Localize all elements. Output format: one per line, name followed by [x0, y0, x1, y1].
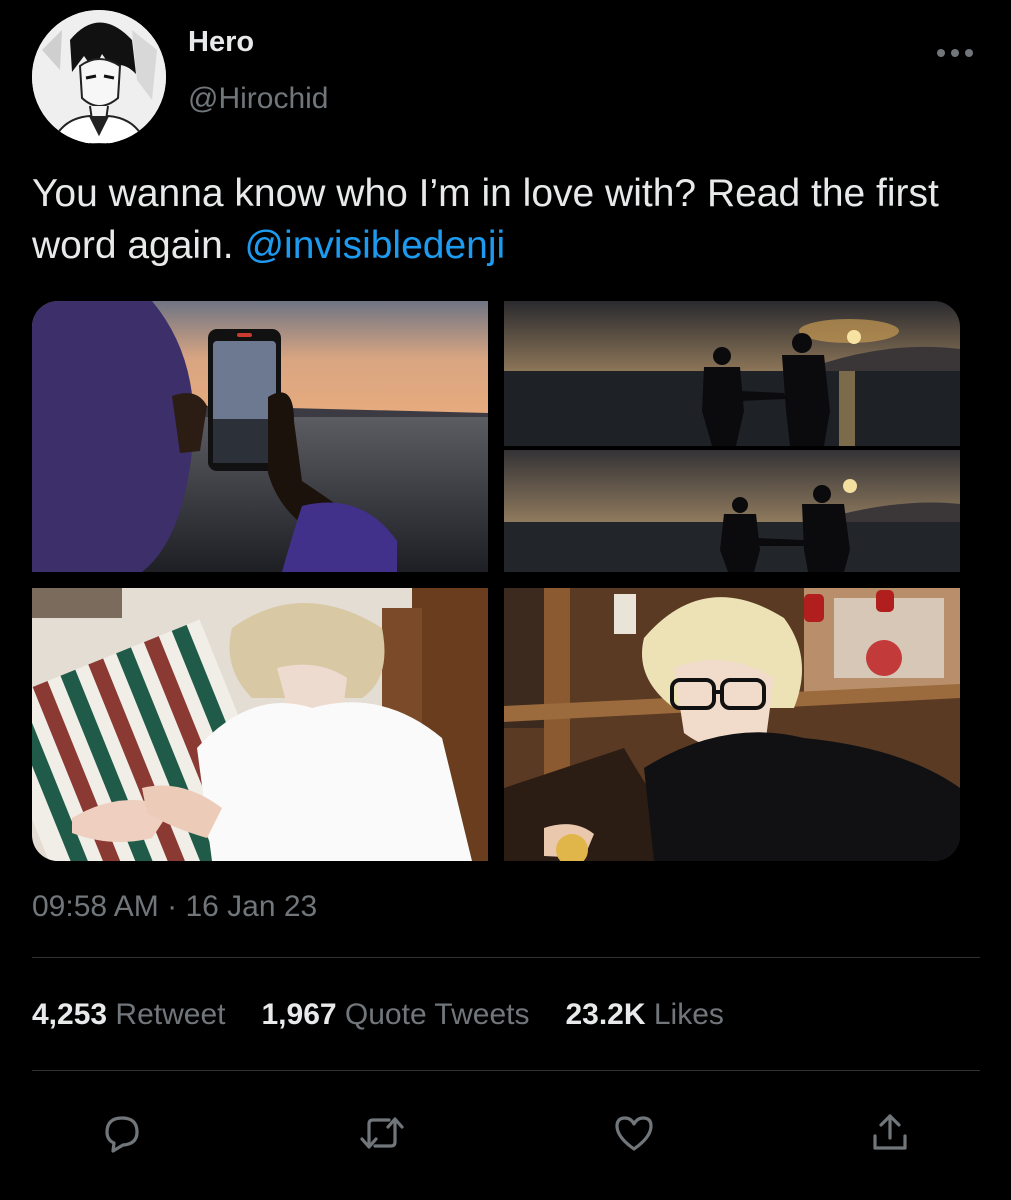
photo-blonde-white-shirt-beach[interactable] [32, 588, 488, 861]
mention-link[interactable]: @invisibledenji [244, 224, 505, 267]
display-name[interactable]: Hero [188, 26, 254, 59]
share-icon[interactable] [862, 1105, 918, 1161]
quote-tweets-count-value: 1,967 [261, 998, 337, 1031]
photo-couple-silhouette-2[interactable] [504, 450, 960, 572]
quote-tweets-count[interactable]: 1,967 Quote Tweets [261, 998, 529, 1032]
user-handle[interactable]: @Hirochid [188, 82, 329, 116]
timestamp-separator: · [158, 890, 186, 923]
retweet-icon[interactable] [354, 1105, 410, 1161]
tweet-time: 09:58 AM [32, 890, 159, 923]
photo-phone-sunset-sea[interactable] [32, 301, 488, 572]
retweet-count-label: Retweet [115, 998, 226, 1031]
like-icon[interactable] [606, 1105, 662, 1161]
engagement-stats: 4,253 Retweet 1,967 Quote Tweets 23.2K L… [32, 998, 724, 1032]
avatar[interactable] [32, 10, 166, 144]
retweet-count[interactable]: 4,253 Retweet [32, 998, 225, 1032]
retweet-count-value: 4,253 [32, 998, 108, 1031]
likes-count-label: Likes [653, 998, 724, 1031]
more-options-icon[interactable] [930, 38, 980, 68]
tweet-timestamp[interactable]: 09:58 AM · 16 Jan 23 [32, 890, 317, 924]
divider-bottom [32, 1070, 980, 1071]
avatar-illustration [32, 10, 166, 144]
likes-count[interactable]: 23.2K Likes [565, 998, 723, 1032]
tweet-date: 16 Jan 23 [185, 890, 318, 923]
tweet-text: You wanna know who I’m in love with? Rea… [32, 168, 972, 272]
reply-icon[interactable] [94, 1105, 150, 1161]
photo-blonde-glasses-restaurant[interactable] [504, 588, 960, 861]
divider-top [32, 957, 980, 958]
photo-couple-silhouette-1[interactable] [504, 301, 960, 446]
likes-count-value: 23.2K [565, 998, 646, 1031]
media-grid [32, 301, 960, 861]
quote-tweets-count-label: Quote Tweets [344, 998, 530, 1031]
